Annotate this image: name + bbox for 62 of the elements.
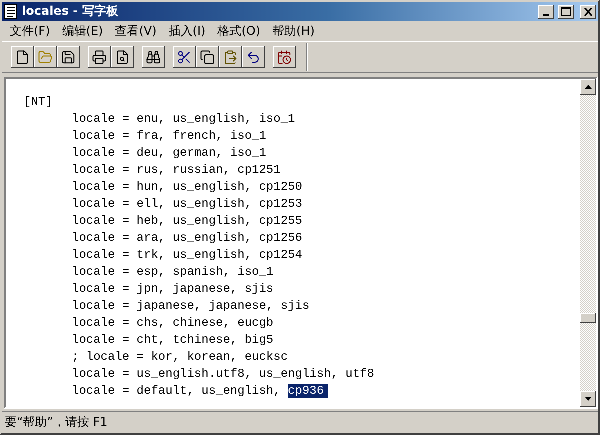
text-line: locale = jpn, japanese, sjis	[72, 282, 274, 296]
new-document-icon	[15, 50, 30, 64]
scrollbar-thumb[interactable]	[580, 313, 596, 323]
text-line: locale = deu, german, iso_1	[72, 146, 266, 160]
document-area[interactable]	[6, 79, 580, 407]
text-line: locale = hun, us_english, cp1250	[72, 180, 302, 194]
printer-button[interactable]	[88, 46, 111, 68]
undo-icon	[246, 50, 261, 64]
status-text: 要“帮助”，请按 F1	[5, 414, 108, 431]
calendar-clock-button[interactable]	[273, 46, 296, 68]
paste-button[interactable]	[219, 46, 242, 68]
text-line: locale = japanese, japanese, sjis	[72, 299, 310, 313]
text-line: locale = esp, spanish, iso_1	[72, 265, 274, 279]
minimize-icon	[543, 14, 549, 16]
text-line: locale = default, us_english,	[72, 384, 282, 398]
text-line: locale = enu, us_english, iso_1	[72, 112, 296, 126]
folder-icon	[38, 50, 53, 64]
menu-item[interactable]: 文件(F)	[4, 22, 56, 40]
folder-button[interactable]	[34, 46, 57, 68]
window-title: locales - 写字板	[22, 3, 120, 20]
menu-item[interactable]: 格式(O)	[212, 22, 267, 40]
up-arrow-icon	[584, 85, 592, 89]
down-arrow-icon	[584, 397, 592, 401]
document-icon	[4, 4, 18, 20]
floppy-disk-button[interactable]	[57, 46, 80, 68]
copy-button[interactable]	[196, 46, 219, 68]
text-line: locale = cht, tchinese, big5	[72, 333, 274, 347]
vertical-scrollbar[interactable]	[580, 79, 596, 407]
minimize-button[interactable]	[538, 4, 554, 18]
text-line: locale = trk, us_english, cp1254	[72, 248, 302, 262]
text-line: locale = fra, french, iso_1	[72, 129, 266, 143]
text-line: locale = ell, us_english, cp1253	[72, 197, 302, 211]
text-line: locale = us_english.utf8, us_english, utf8	[72, 367, 374, 381]
close-icon	[584, 8, 592, 16]
scroll-down-button[interactable]	[580, 391, 596, 407]
binoculars-button[interactable]	[142, 46, 165, 68]
new-document-button[interactable]	[11, 46, 34, 68]
printer-icon	[92, 50, 107, 64]
text-line: locale = chs, chinese, eucgb	[72, 316, 274, 330]
undo-button[interactable]	[242, 46, 265, 68]
menu-item[interactable]: 帮助(H)	[266, 22, 321, 40]
maximize-icon	[561, 7, 571, 16]
paste-icon	[223, 50, 238, 64]
close-button[interactable]	[580, 4, 596, 18]
scissors-icon	[177, 50, 192, 64]
text-line: [NT]	[24, 95, 53, 109]
menu-item[interactable]: 编辑(E)	[56, 22, 110, 40]
binoculars-icon	[146, 50, 161, 64]
text-line: locale = heb, us_english, cp1255	[72, 214, 302, 228]
print-preview-icon	[115, 50, 130, 64]
selected-text: cp936	[288, 384, 328, 398]
text-line: locale = rus, russian, cp1251	[72, 163, 281, 177]
text-line: locale = ara, us_english, cp1256	[72, 231, 302, 245]
copy-icon	[200, 50, 215, 64]
print-preview-button[interactable]	[111, 46, 134, 68]
menu-item[interactable]: 查看(V)	[109, 22, 163, 40]
menu-item[interactable]: 插入(I)	[162, 22, 212, 40]
scissors-button[interactable]	[173, 46, 196, 68]
maximize-button[interactable]	[558, 4, 574, 18]
scroll-up-button[interactable]	[580, 79, 596, 95]
text-line: ; locale = kor, korean, eucksc	[72, 350, 288, 364]
calendar-clock-icon	[277, 50, 292, 64]
